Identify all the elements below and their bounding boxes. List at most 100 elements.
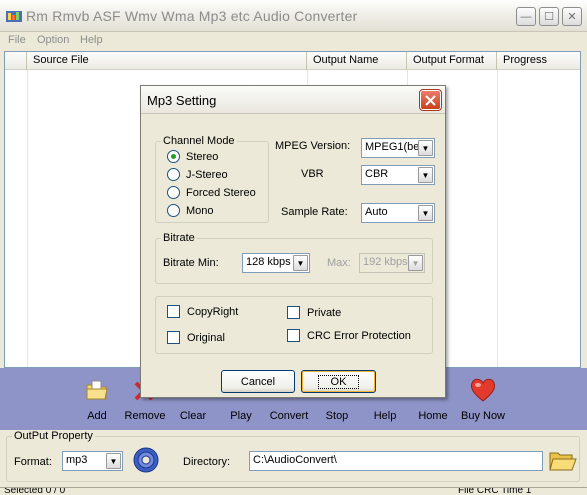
mpeg-version-label: MPEG Version: [275, 140, 351, 152]
mpeg-version-value: MPEG1(be [365, 141, 420, 153]
close-button[interactable]: ✕ [562, 7, 582, 26]
status-right: File CRC Time 1 [458, 487, 532, 495]
dialog-close-button[interactable] [419, 89, 442, 111]
ok-button[interactable]: OK [301, 370, 376, 393]
private-checkbox[interactable]: Private [287, 306, 341, 319]
channel-mode-legend: Channel Mode [161, 135, 237, 147]
column-divider [497, 70, 498, 367]
maximize-icon: ☐ [544, 11, 554, 23]
add-label: Add [87, 410, 107, 422]
close-icon: ✕ [567, 11, 577, 23]
column-header-check[interactable] [5, 52, 27, 70]
sample-rate-select[interactable]: Auto ▼ [361, 203, 435, 223]
format-value: mp3 [66, 454, 88, 466]
radio-forced-stereo-label: Forced Stereo [186, 186, 256, 199]
status-bar: Selected 0 / 0 File CRC Time 1 [0, 487, 587, 495]
column-divider [27, 70, 28, 367]
bitrate-max-select: 192 kbps ▼ [359, 253, 425, 273]
file-list-header: Source File Output Name Output Format Pr… [5, 52, 580, 70]
convert-label: Convert [269, 410, 309, 422]
minimize-button[interactable]: — [516, 7, 536, 26]
stop-label: Stop [325, 410, 349, 422]
radio-stereo[interactable]: Stereo [167, 150, 218, 163]
format-select[interactable]: mp3 ▼ [62, 451, 123, 471]
sample-rate-value: Auto [365, 206, 388, 218]
radio-button[interactable] [167, 168, 180, 181]
checkbox[interactable] [167, 331, 180, 344]
add-file-icon [83, 376, 111, 404]
remove-label: Remove [124, 410, 166, 422]
output-property-legend: OutPut Property [12, 430, 95, 442]
menu-bar: File Option Help [0, 32, 587, 50]
mp3-setting-dialog: Mp3 Setting Channel Mode Stereo J-Stereo… [140, 85, 446, 398]
original-checkbox[interactable]: Original [167, 331, 225, 344]
radio-button[interactable] [167, 150, 180, 163]
sample-rate-label: Sample Rate: [281, 206, 348, 218]
radio-j-stereo[interactable]: J-Stereo [167, 168, 228, 181]
bitrate-min-value: 128 kbps [246, 256, 291, 268]
settings-gear-button[interactable] [132, 446, 160, 474]
directory-input[interactable]: C:\AudioConvert\ [249, 451, 543, 471]
copyright-checkbox[interactable]: CopyRight [167, 305, 238, 318]
radio-mono[interactable]: Mono [167, 204, 214, 217]
bitrate-min-select[interactable]: 128 kbps ▼ [242, 253, 310, 273]
browse-folder-button[interactable] [548, 446, 578, 474]
column-header-output-format[interactable]: Output Format [407, 52, 497, 70]
chevron-down-icon: ▼ [418, 140, 433, 156]
cancel-label: Cancel [240, 375, 276, 388]
window-titlebar: Rm Rmvb ASF Wmv Wma Mp3 etc Audio Conver… [0, 0, 587, 32]
clear-label: Clear [179, 410, 207, 422]
chevron-down-icon: ▼ [418, 205, 433, 221]
radio-forced-stereo[interactable]: Forced Stereo [167, 186, 256, 199]
bitrate-legend: Bitrate [161, 232, 197, 244]
bitrate-max-label: Max: [327, 257, 351, 269]
radio-selected-dot [171, 154, 176, 159]
cancel-button[interactable]: Cancel [221, 370, 295, 393]
play-label: Play [230, 410, 252, 422]
gear-icon [133, 447, 159, 473]
window-title: Rm Rmvb ASF Wmv Wma Mp3 etc Audio Conver… [26, 8, 358, 24]
vbr-select[interactable]: CBR ▼ [361, 165, 435, 185]
buy-now-label: Buy Now [460, 410, 506, 422]
menu-file[interactable]: File [8, 34, 26, 46]
maximize-button[interactable]: ☐ [539, 7, 559, 26]
close-icon [425, 94, 436, 106]
original-label: Original [187, 331, 225, 344]
radio-button[interactable] [167, 186, 180, 199]
open-folder-icon [549, 452, 577, 471]
copyright-label: CopyRight [187, 305, 239, 318]
vbr-label: VBR [301, 168, 324, 180]
menu-help[interactable]: Help [80, 34, 103, 46]
checkbox[interactable] [287, 306, 300, 319]
private-label: Private [307, 306, 342, 319]
directory-label: Directory: [183, 456, 231, 468]
column-header-output-name[interactable]: Output Name [307, 52, 407, 70]
radio-j-stereo-label: J-Stereo [186, 168, 228, 181]
bitrate-min-label: Bitrate Min: [163, 257, 219, 269]
checkbox[interactable] [287, 329, 300, 342]
heart-icon [469, 376, 497, 404]
vbr-value: CBR [365, 168, 389, 180]
crc-label: CRC Error Protection [307, 329, 411, 342]
chevron-down-icon: ▼ [106, 453, 121, 469]
chevron-down-icon: ▼ [418, 167, 433, 183]
home-label: Home [418, 410, 448, 422]
dialog-title: Mp3 Setting [147, 93, 217, 108]
chevron-down-icon: ▼ [293, 255, 308, 271]
crc-checkbox[interactable]: CRC Error Protection [287, 329, 411, 342]
checkbox[interactable] [167, 305, 180, 318]
column-header-progress[interactable]: Progress [497, 52, 580, 70]
format-label: Format: [14, 456, 52, 468]
menu-option[interactable]: Option [37, 34, 69, 46]
minimize-icon: — [520, 10, 532, 23]
column-header-source-file[interactable]: Source File [27, 52, 307, 70]
bitrate-max-value: 192 kbps [363, 256, 408, 268]
buy-now-button[interactable]: Buy Now [456, 376, 510, 428]
help-label: Help [373, 410, 397, 422]
ok-label: OK [317, 374, 360, 389]
mpeg-version-select[interactable]: MPEG1(be ▼ [361, 138, 435, 158]
add-button[interactable]: Add [72, 376, 122, 428]
radio-button[interactable] [167, 204, 180, 217]
radio-mono-label: Mono [186, 204, 214, 217]
app-icon [6, 11, 22, 22]
